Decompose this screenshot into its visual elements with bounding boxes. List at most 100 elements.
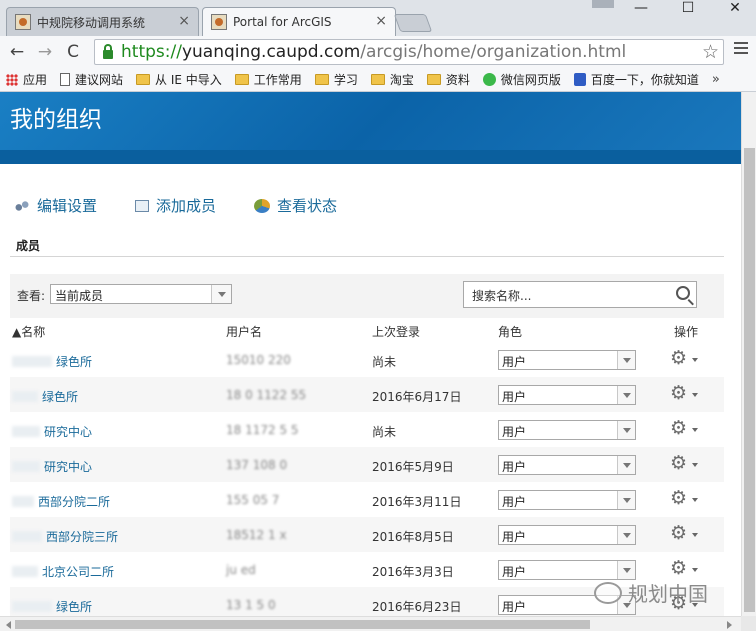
status-chart-icon (254, 198, 271, 213)
col-last-login-header[interactable]: 上次登录 (372, 323, 420, 340)
member-last-login: 尚未 (372, 425, 397, 439)
member-last-login: 2016年3月11日 (372, 495, 462, 509)
baidu-icon (573, 73, 586, 86)
gear-icon: ⚙ (670, 452, 688, 474)
tab-close-icon[interactable]: × (178, 13, 190, 29)
apps-icon (6, 73, 18, 86)
bookmarks-bar: 应用 建议网站 从 IE 中导入 工作常用 学习 淘宝 资料 微信网页版 百度一… (0, 68, 756, 92)
member-username: 18512 1 x (226, 528, 287, 542)
scroll-left-icon[interactable] (2, 621, 11, 629)
member-name-link[interactable]: 西部分院二所 (12, 493, 110, 510)
bookmark-taobao[interactable]: 淘宝 (370, 71, 414, 88)
profile-button[interactable] (592, 0, 614, 8)
vertical-scrollbar[interactable] (741, 92, 756, 616)
member-name-link[interactable]: 研究中心 (12, 423, 92, 440)
member-username: 155 05 7 (226, 493, 280, 507)
tab-portal-arcgis[interactable]: Portal for ArcGIS × (202, 7, 396, 36)
member-actions-button[interactable]: ⚙ (670, 558, 700, 580)
member-role-select[interactable]: 用户 (498, 350, 636, 370)
tab-favicon-icon (211, 14, 227, 30)
browser-menu-icon[interactable] (734, 42, 748, 57)
tab-strip: 中规院移动调用系统 × Portal for ArcGIS × — ☐ ✕ (0, 0, 756, 36)
caret-down-icon (692, 358, 698, 365)
member-filter-select[interactable]: 当前成员 (50, 284, 232, 304)
add-member-button[interactable]: 添加成员 (135, 195, 216, 216)
scroll-right-icon[interactable] (727, 621, 736, 629)
tab-close-icon[interactable]: × (375, 13, 387, 29)
member-role-select[interactable]: 用户 (498, 385, 636, 405)
member-actions-button[interactable]: ⚙ (670, 418, 700, 440)
member-name-link[interactable]: 绿色所 (12, 598, 92, 615)
new-tab-button[interactable] (393, 14, 433, 32)
member-last-login: 2016年6月17日 (372, 390, 462, 404)
member-role-select[interactable]: 用户 (498, 420, 636, 440)
address-bar[interactable]: https://yuanqing.caupd.com/arcgis/home/o… (94, 39, 724, 65)
bookmark-study[interactable]: 学习 (314, 71, 358, 88)
browser-toolbar: ← → C https://yuanqing.caupd.com/arcgis/… (0, 36, 756, 68)
folder-icon (234, 74, 249, 85)
bookmark-baidu[interactable]: 百度一下，你就知道 (573, 71, 699, 88)
vertical-scroll-thumb[interactable] (744, 148, 755, 612)
member-actions-button[interactable]: ⚙ (670, 523, 700, 545)
chevron-down-icon (617, 456, 635, 474)
section-title: 成员 (16, 239, 41, 253)
member-actions-button[interactable]: ⚙ (670, 348, 700, 370)
member-actions-button[interactable]: ⚙ (670, 488, 700, 510)
member-role-select[interactable]: 用户 (498, 560, 636, 580)
section-divider (10, 256, 724, 257)
member-last-login: 2016年8月5日 (372, 530, 454, 544)
chevron-down-icon (211, 285, 231, 303)
folder-icon (426, 74, 441, 85)
member-role-select[interactable]: 用户 (498, 490, 636, 510)
view-status-button[interactable]: 查看状态 (254, 195, 337, 216)
member-name-link[interactable]: 绿色所 (12, 388, 78, 405)
folder-icon (136, 74, 151, 85)
page-banner: 我的组织 (0, 92, 741, 164)
member-role-select[interactable]: 用户 (498, 455, 636, 475)
member-name-link[interactable]: 绿色所 (12, 353, 92, 370)
table-row: 西部分院三所 18512 1 x 2016年8月5日 用户 ⚙ (10, 517, 724, 552)
caret-down-icon (692, 428, 698, 435)
gear-icon: ⚙ (670, 417, 688, 439)
bookmark-wechat-web[interactable]: 微信网页版 (482, 71, 561, 88)
horizontal-scrollbar[interactable] (0, 616, 741, 631)
members-rows: 绿色所 15010 220 尚未 用户 ⚙ 绿色所 18 0 1122 55 2016年6月1… (10, 342, 724, 616)
bookmark-materials[interactable]: 资料 (426, 71, 470, 88)
member-name-link[interactable]: 北京公司二所 (12, 563, 114, 580)
back-button[interactable]: ← (6, 42, 28, 62)
bookmark-star-icon[interactable]: ☆ (702, 41, 719, 63)
forward-button[interactable]: → (34, 42, 56, 62)
bookmarks-overflow-icon[interactable]: » (712, 72, 720, 87)
page-icon (60, 73, 71, 86)
bookmark-import-ie[interactable]: 从 IE 中导入 (136, 71, 222, 88)
bookmark-suggested-sites[interactable]: 建议网站 (60, 71, 123, 88)
member-username: 18 0 1122 55 (226, 388, 307, 402)
col-name-header[interactable]: ▲名称 (12, 323, 45, 340)
bookmark-work[interactable]: 工作常用 (234, 71, 302, 88)
member-search-input[interactable]: 搜索名称... (463, 281, 697, 308)
member-username: ju ed (226, 563, 256, 577)
member-name-link[interactable]: 西部分院三所 (12, 528, 118, 545)
col-username-header[interactable]: 用户名 (226, 323, 262, 340)
member-name-link[interactable]: 研究中心 (12, 458, 92, 475)
member-actions-button[interactable]: ⚙ (670, 383, 700, 405)
window-close-button[interactable]: ✕ (720, 0, 750, 16)
member-username: 18 1172 5 5 (226, 423, 299, 437)
member-last-login: 2016年5月9日 (372, 460, 454, 474)
maximize-button[interactable]: ☐ (673, 0, 703, 16)
page-title: 我的组织 (10, 107, 102, 133)
member-role-select[interactable]: 用户 (498, 525, 636, 545)
minimize-button[interactable]: — (626, 0, 656, 16)
bookmark-apps[interactable]: 应用 (6, 71, 47, 88)
tab-mobile-system[interactable]: 中规院移动调用系统 × (6, 7, 199, 36)
col-role-header[interactable]: 角色 (498, 323, 522, 340)
member-actions-button[interactable]: ⚙ (670, 453, 700, 475)
member-username: 137 108 0 (226, 458, 288, 472)
horizontal-scroll-thumb[interactable] (15, 620, 590, 629)
reload-button[interactable]: C (62, 42, 84, 62)
org-actions: 编辑设置 添加成员 查看状态 (14, 195, 375, 216)
chevron-down-icon (617, 351, 635, 369)
search-icon[interactable] (676, 286, 690, 300)
edit-settings-button[interactable]: 编辑设置 (14, 195, 97, 216)
chevron-down-icon (617, 526, 635, 544)
